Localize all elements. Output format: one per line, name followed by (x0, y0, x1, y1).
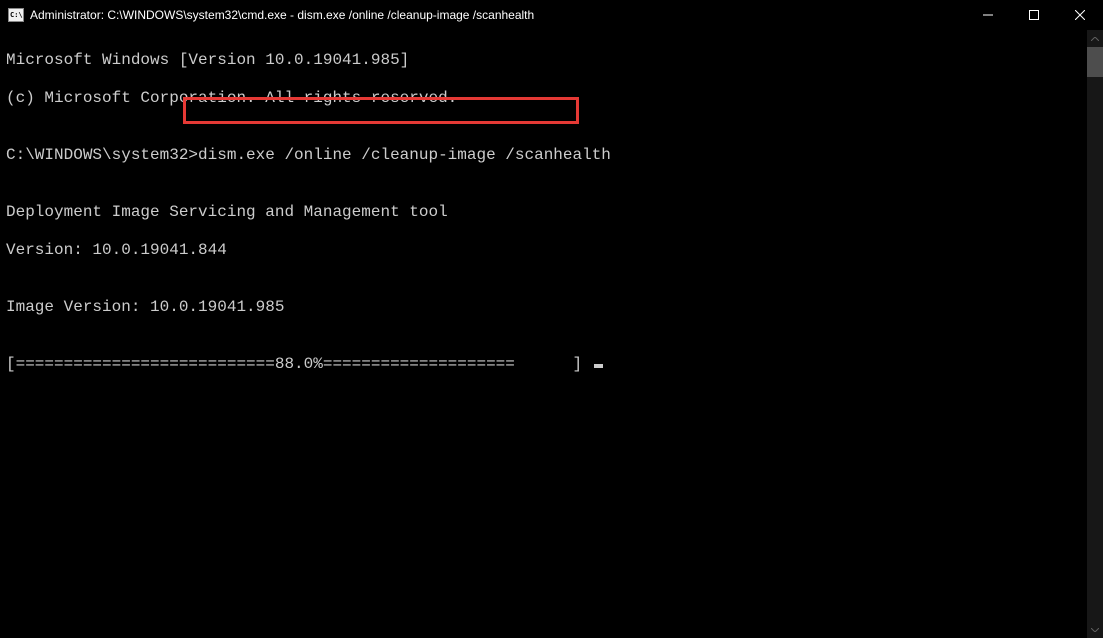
output-line: (c) Microsoft Corporation. All rights re… (6, 89, 1097, 108)
maximize-button[interactable] (1011, 0, 1057, 30)
scroll-up-icon[interactable] (1087, 30, 1103, 47)
output-line: Version: 10.0.19041.844 (6, 241, 1097, 260)
progress-line: [===========================88.0%=======… (6, 355, 1097, 374)
cmd-icon: C:\. (8, 8, 24, 22)
vertical-scrollbar[interactable] (1087, 30, 1103, 638)
output-line: Microsoft Windows [Version 10.0.19041.98… (6, 51, 1097, 70)
progress-text: [===========================88.0%=======… (6, 355, 592, 373)
scroll-down-icon[interactable] (1087, 621, 1103, 638)
window-controls (965, 0, 1103, 30)
scroll-thumb[interactable] (1087, 47, 1103, 77)
minimize-button[interactable] (965, 0, 1011, 30)
output-line: Deployment Image Servicing and Managemen… (6, 203, 1097, 222)
title-left-group: C:\. Administrator: C:\WINDOWS\system32\… (8, 8, 534, 22)
prompt-prefix: C:\WINDOWS\system32> (6, 146, 198, 164)
window-title: Administrator: C:\WINDOWS\system32\cmd.e… (30, 8, 534, 22)
output-line: Image Version: 10.0.19041.985 (6, 298, 1097, 317)
title-bar[interactable]: C:\. Administrator: C:\WINDOWS\system32\… (0, 0, 1103, 30)
prompt-line: C:\WINDOWS\system32>dism.exe /online /cl… (6, 146, 1097, 165)
cursor (594, 364, 603, 368)
entered-command: dism.exe /online /cleanup-image /scanhea… (198, 146, 611, 164)
terminal-body[interactable]: Microsoft Windows [Version 10.0.19041.98… (0, 30, 1103, 638)
close-button[interactable] (1057, 0, 1103, 30)
